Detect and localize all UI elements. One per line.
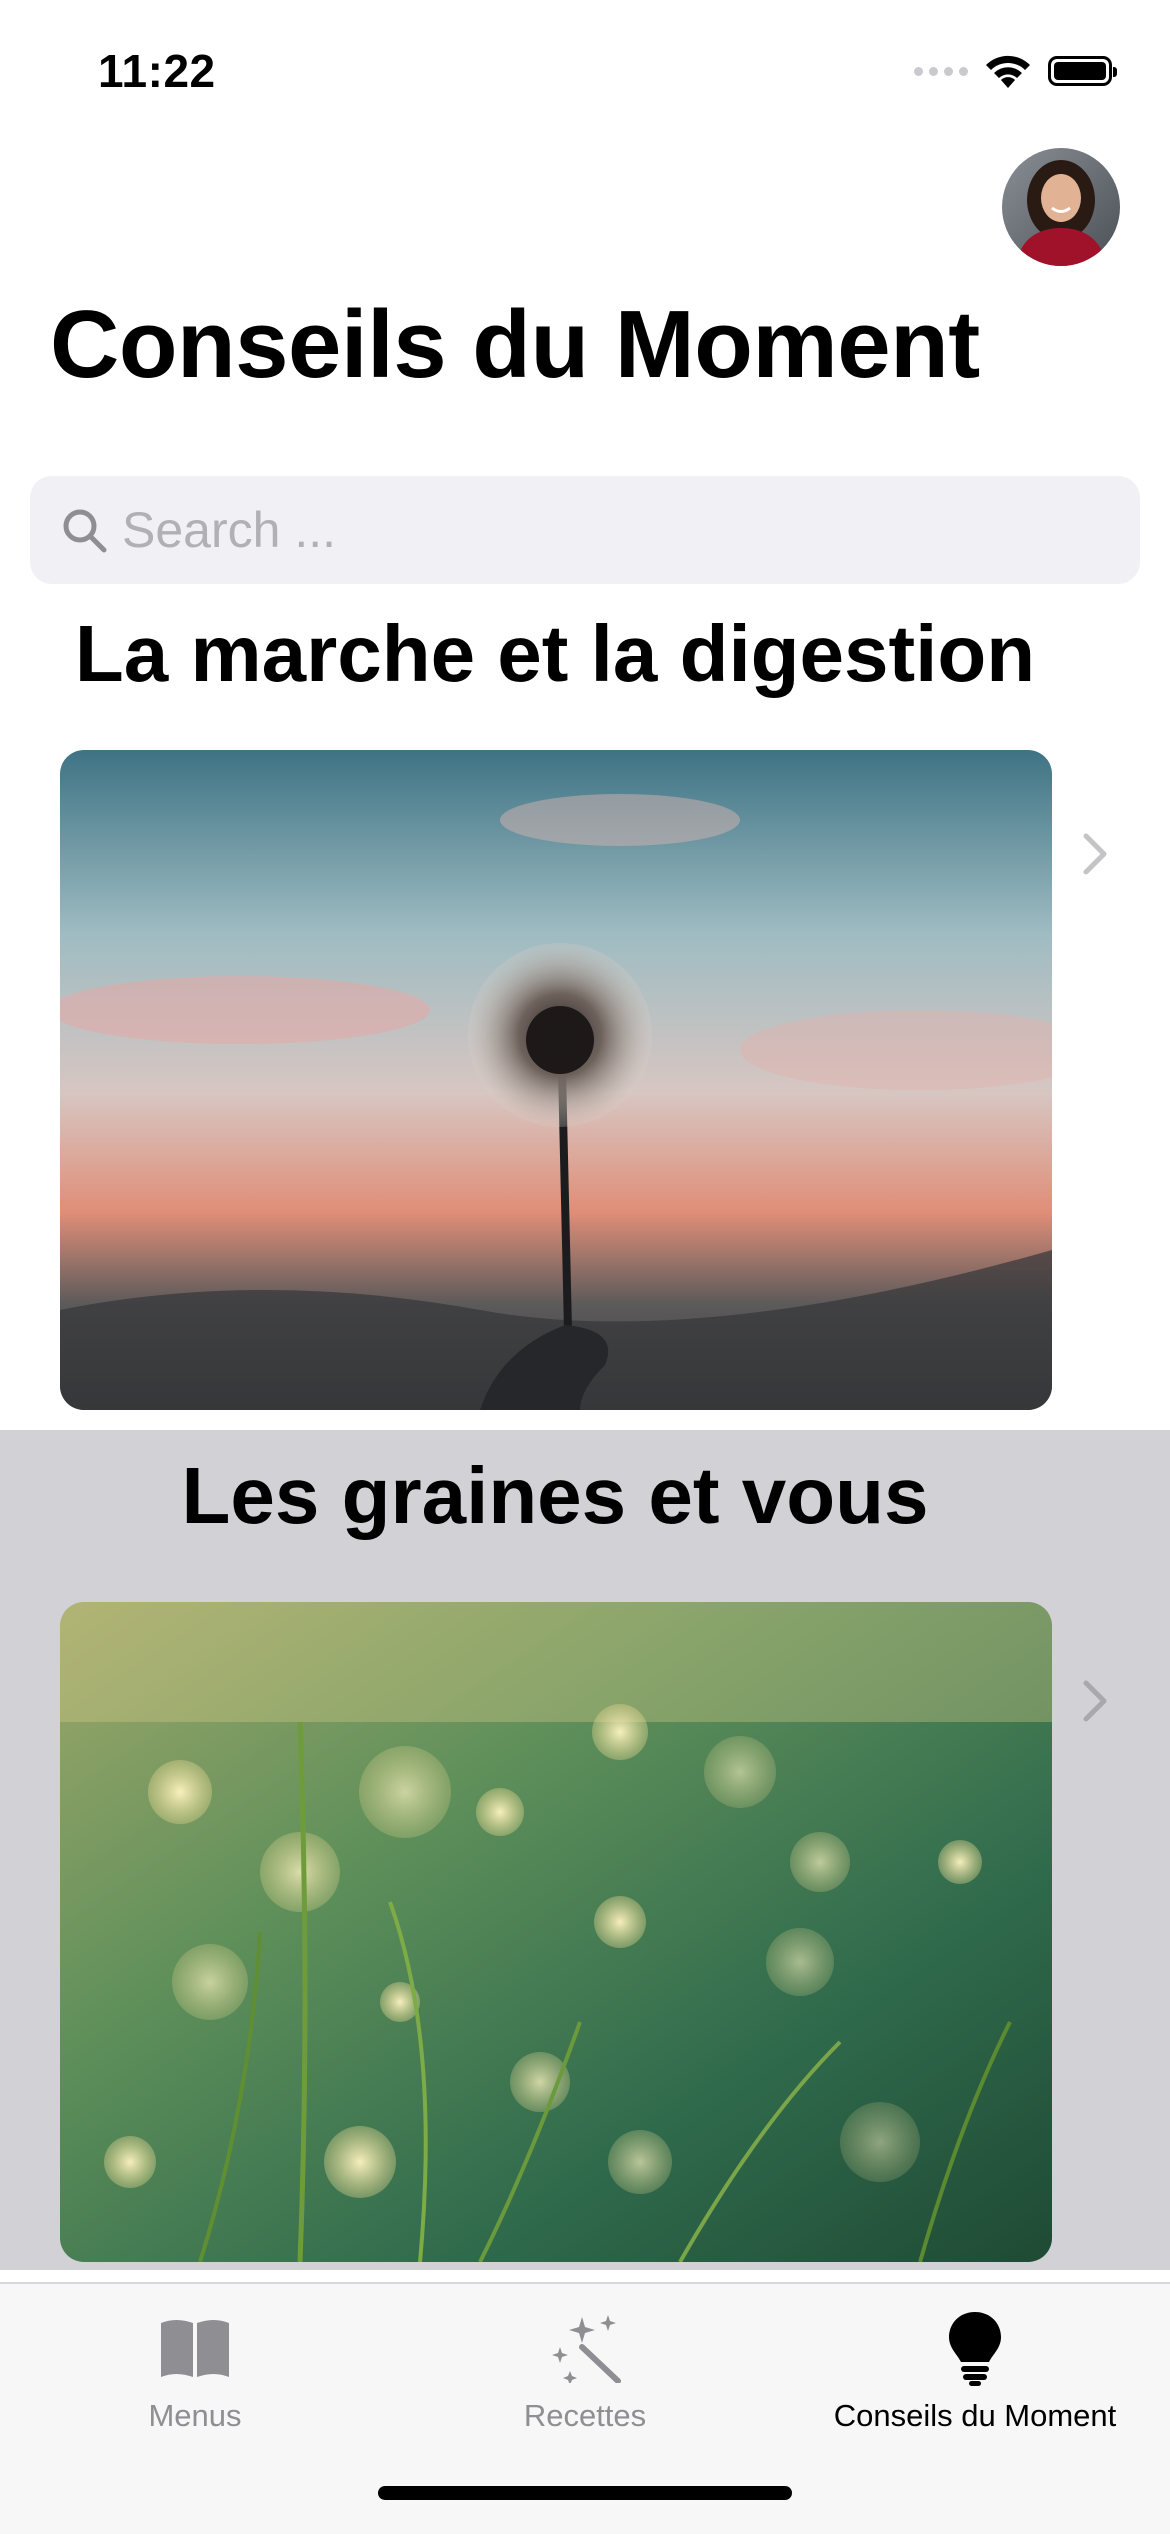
tab-recettes[interactable]: Recettes (390, 2308, 780, 2434)
page-title: Conseils du Moment (50, 291, 980, 398)
tip-title: Les graines et vous (181, 1451, 929, 1540)
chevron-right-icon (1083, 833, 1107, 875)
magic-wand-icon (390, 2308, 780, 2388)
status-icons (914, 52, 1117, 90)
lightbulb-icon (780, 2308, 1170, 2388)
home-indicator (378, 2486, 792, 2500)
tips-list: La marche et la digestion Les graines et… (0, 590, 1170, 2270)
wifi-icon (986, 55, 1030, 88)
tip-title: La marche et la digestion (74, 609, 1036, 698)
tip-image (60, 750, 1052, 1410)
cellular-signal-icon (914, 66, 968, 76)
status-time: 11:22 (98, 45, 216, 97)
tab-menus[interactable]: Menus (0, 2308, 390, 2434)
list-item[interactable]: Les graines et vous (0, 1430, 1170, 2270)
tab-conseils-du-moment[interactable]: Conseils du Moment (780, 2308, 1170, 2434)
search-icon (60, 506, 108, 554)
list-item[interactable]: La marche et la digestion (0, 590, 1170, 1430)
tip-image (60, 1602, 1052, 2262)
search-bar[interactable] (30, 476, 1140, 584)
chevron-right-icon (1083, 1680, 1107, 1722)
book-icon (0, 2308, 390, 2388)
battery-icon (1048, 56, 1117, 86)
tab-label: Conseils du Moment (833, 2398, 1117, 2433)
tab-label: Menus (148, 2398, 242, 2433)
search-input[interactable] (120, 500, 1024, 560)
tab-label: Recettes (523, 2398, 647, 2433)
profile-avatar[interactable] (1002, 148, 1120, 266)
status-bar: 11:22 (0, 0, 1170, 140)
